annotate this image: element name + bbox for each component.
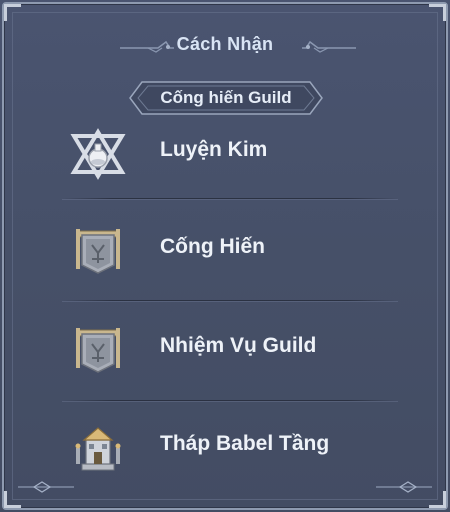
entry-label: Tháp Babel Tầng: [160, 432, 330, 455]
entry-guild-quest[interactable]: Nhiệm Vụ Guild: [60, 314, 400, 384]
babel-tower-icon: [75, 427, 121, 471]
entry-label: Cống Hiến: [160, 235, 265, 258]
entry-label: Luyện Kim: [160, 138, 268, 161]
entry-babel-tower[interactable]: Tháp Babel Tầng: [60, 412, 400, 482]
entry-divider: [62, 300, 398, 301]
panel-title: Cách Nhận: [176, 34, 274, 54]
title-ornament-right: [302, 40, 356, 53]
guild-banner-shield-icon: [76, 328, 120, 373]
entry-label: Nhiệm Vụ Guild: [160, 334, 317, 357]
entry-divider: [62, 198, 398, 199]
entry-divider: [62, 400, 398, 401]
subheader-label: Cống hiến Guild: [160, 88, 292, 107]
corner-ornament: [4, 4, 21, 21]
bottom-ornament: [18, 481, 432, 493]
entry-contribution[interactable]: Cống Hiến: [60, 215, 400, 285]
entry-alchemy[interactable]: Luyện Kim: [60, 118, 400, 188]
category-subheader: Cống hiến Guild: [128, 76, 324, 120]
acquisition-panel: Cách Nhận Cống hiến Guild Luyện Kim Cống…: [0, 0, 450, 512]
guild-banner-shield-icon: [76, 229, 120, 274]
corner-ornament: [429, 4, 446, 21]
alchemy-hexagram-icon: [70, 128, 126, 180]
